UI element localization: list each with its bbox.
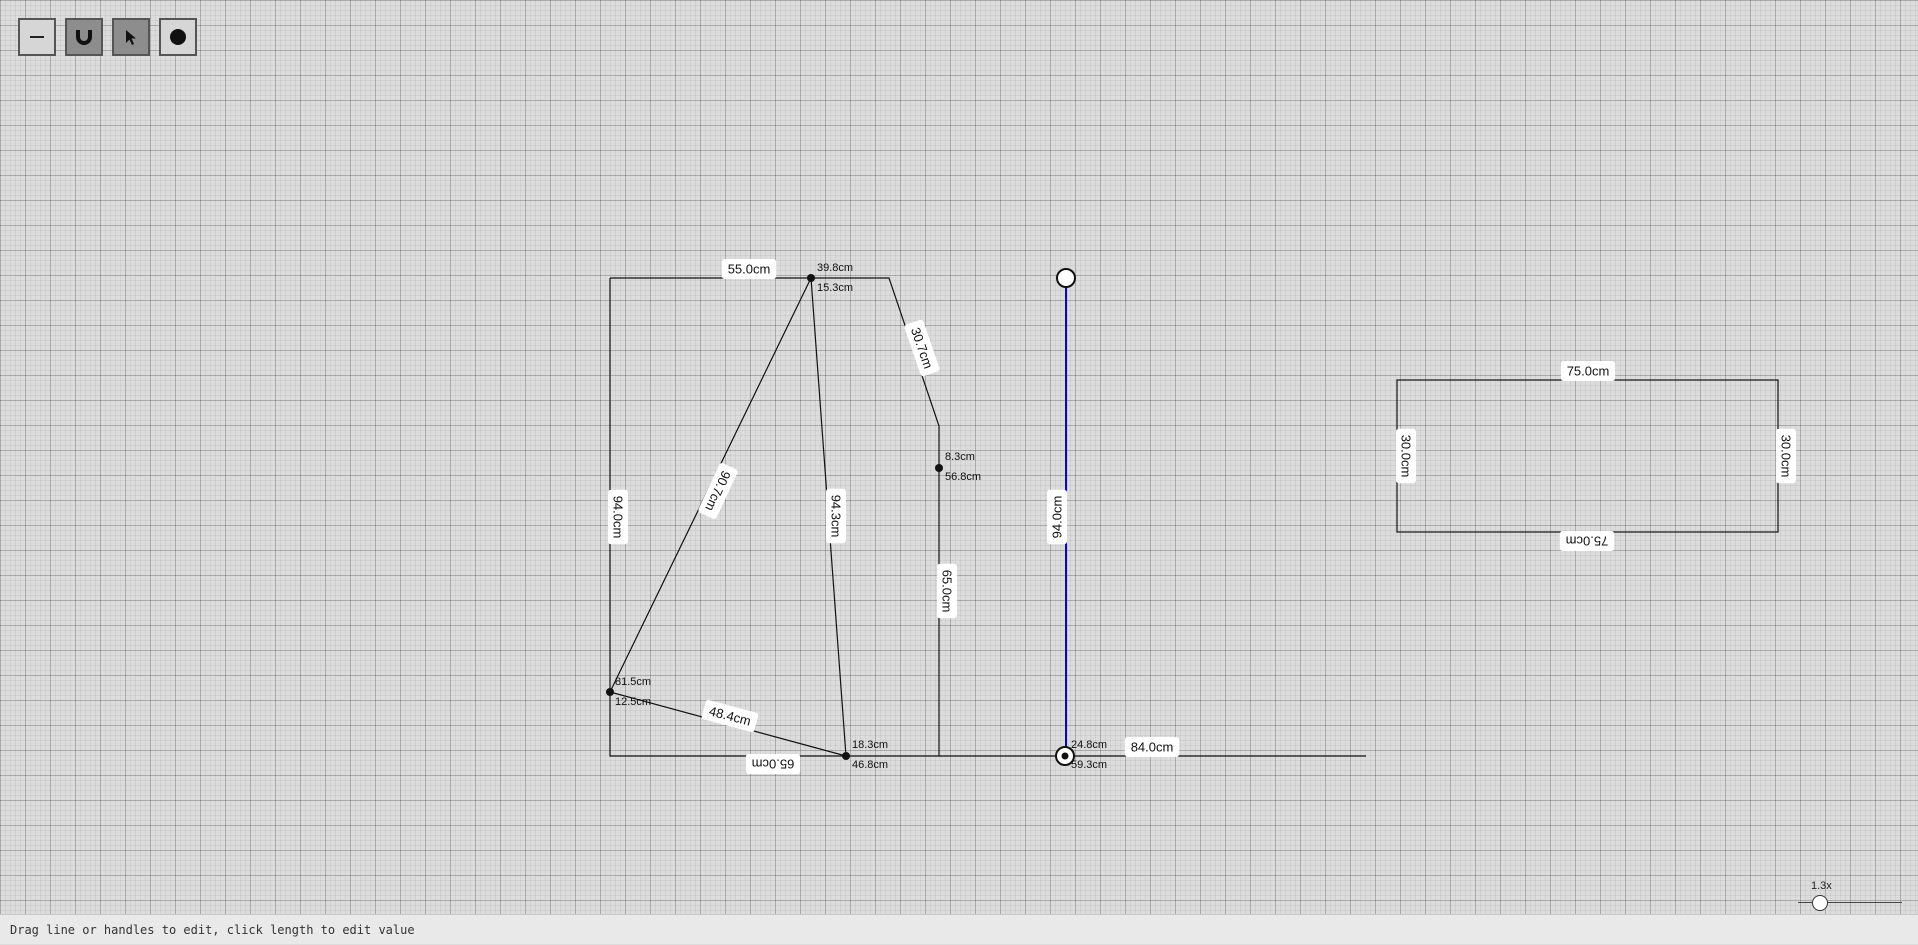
coord-top-b: 15.3cm (817, 282, 853, 294)
label-rect-top[interactable]: 75.0cm (1560, 361, 1616, 381)
select-tool-button[interactable] (112, 18, 150, 56)
label-rect-bottom[interactable]: 75.0cm (1559, 531, 1615, 551)
coord-midright-a: 8.3cm (945, 451, 975, 463)
label-rect-right[interactable]: 30.0cm (1776, 428, 1796, 484)
handle-top[interactable] (1056, 268, 1076, 288)
label-right-vertical[interactable]: 65.0cm (937, 563, 957, 619)
label-diagonal-long[interactable]: 90.7cm (697, 462, 738, 520)
label-rect-left[interactable]: 30.0cm (1396, 428, 1416, 484)
coord-left-a: 81.5cm (615, 676, 651, 688)
coord-selected-a: 24.8cm (1071, 739, 1107, 751)
vertex-point-mid-right[interactable] (935, 464, 943, 472)
label-selected-vertical-text: 94.0cm (1050, 496, 1065, 539)
status-bar: Drag line or handles to edit, click leng… (0, 914, 1918, 944)
label-bottom-segment[interactable]: 65.0cm (745, 754, 801, 774)
vertex-point-top[interactable] (807, 274, 815, 282)
dot-icon (170, 29, 186, 45)
label-long-horizontal-text: 84.0cm (1131, 740, 1174, 755)
vertex-point-bottom[interactable] (842, 752, 850, 760)
point-tool-button[interactable] (159, 18, 197, 56)
coord-selected-b: 59.3cm (1071, 759, 1107, 771)
label-rect-left-text: 30.0cm (1399, 435, 1414, 478)
line-icon (30, 36, 44, 38)
label-short-diagonal[interactable]: 48.4cm (701, 699, 759, 733)
coord-left-b: 12.5cm (615, 696, 651, 708)
magnet-icon (76, 30, 92, 45)
zoom-label: 1.3x (1811, 880, 1832, 892)
zoom-slider-thumb[interactable] (1812, 895, 1828, 911)
cursor-icon (126, 30, 136, 45)
coord-bottom-b: 46.8cm (852, 759, 888, 771)
label-rect-top-text: 75.0cm (1567, 364, 1610, 379)
toolbar (18, 18, 197, 56)
label-right-vertical-text: 65.0cm (940, 570, 955, 613)
coord-midright-b: 56.8cm (945, 471, 981, 483)
snap-tool-button[interactable] (65, 18, 103, 56)
label-inner-vertical[interactable]: 94.3cm (826, 488, 846, 544)
zoom-control: 1.3x (1798, 880, 1902, 911)
line-tool-button[interactable] (18, 18, 56, 56)
label-bottom-segment-text: 65.0cm (752, 757, 795, 772)
label-left-vertical[interactable]: 94.0cm (608, 489, 628, 545)
drawing-surface[interactable]: 39.8cm 15.3cm 8.3cm 56.8cm 81.5cm 12.5cm… (0, 0, 1918, 914)
label-selected-vertical[interactable]: 94.0cm (1047, 489, 1067, 545)
label-long-horizontal[interactable]: 84.0cm (1124, 737, 1180, 757)
label-rect-bottom-text: 75.0cm (1566, 534, 1609, 549)
coord-bottom-a: 18.3cm (852, 739, 888, 751)
label-top-left-text: 55.0cm (728, 262, 771, 277)
handle-bottom-center (1061, 752, 1069, 760)
label-left-vertical-text: 94.0cm (611, 496, 626, 539)
rectangle-shape[interactable] (1396, 379, 1779, 533)
shape-outline[interactable] (609, 277, 940, 757)
label-slanted-top[interactable]: 30.7cm (904, 319, 941, 377)
label-inner-vertical-text: 94.3cm (829, 495, 844, 538)
vertex-point-left[interactable] (606, 688, 614, 696)
coord-top-a: 39.8cm (817, 262, 853, 274)
label-top-left[interactable]: 55.0cm (721, 259, 777, 279)
drawing-canvas[interactable]: 39.8cm 15.3cm 8.3cm 56.8cm 81.5cm 12.5cm… (0, 0, 1918, 914)
label-rect-right-text: 30.0cm (1779, 435, 1794, 478)
